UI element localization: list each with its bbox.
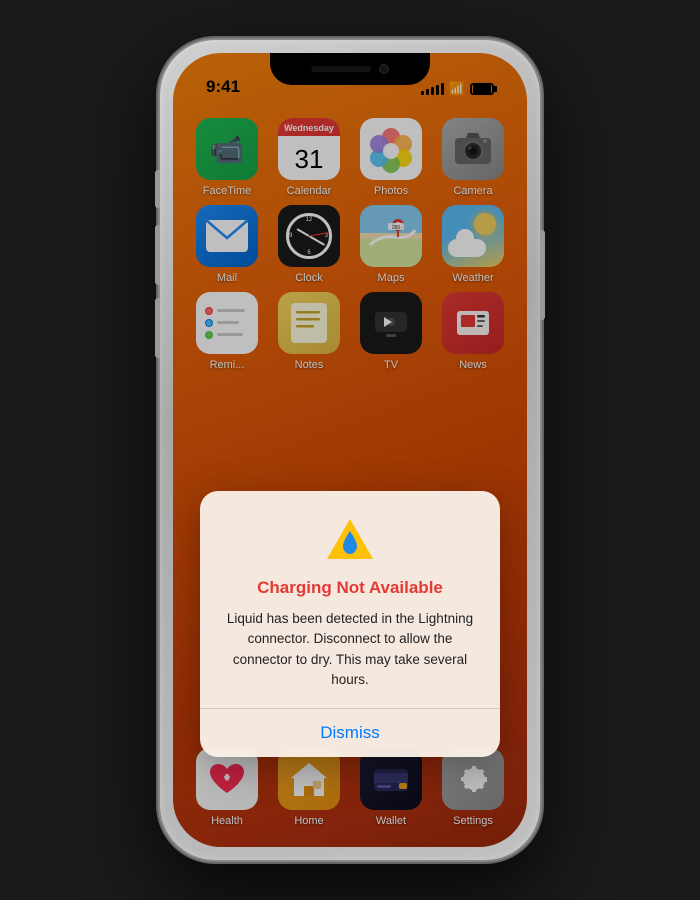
dismiss-button[interactable]: Dismiss [200,709,500,757]
alert-warning-icon [325,515,375,565]
alert-actions: Dismiss [200,709,500,757]
alert-content-area: Charging Not Available Liquid has been d… [200,491,500,708]
mute-switch [155,170,160,208]
volume-down-button [155,298,160,358]
alert-message: Liquid has been detected in the Lightnin… [220,609,480,690]
alert-title: Charging Not Available [220,577,480,599]
phone-body: 9:41 📶 📹 [160,40,540,860]
alert-icon-container [220,515,480,565]
volume-up-button [155,225,160,285]
power-button [540,230,545,320]
phone-screen: 9:41 📶 📹 [173,53,527,847]
alert-dialog: Charging Not Available Liquid has been d… [200,491,500,757]
alert-overlay: Charging Not Available Liquid has been d… [173,53,527,847]
